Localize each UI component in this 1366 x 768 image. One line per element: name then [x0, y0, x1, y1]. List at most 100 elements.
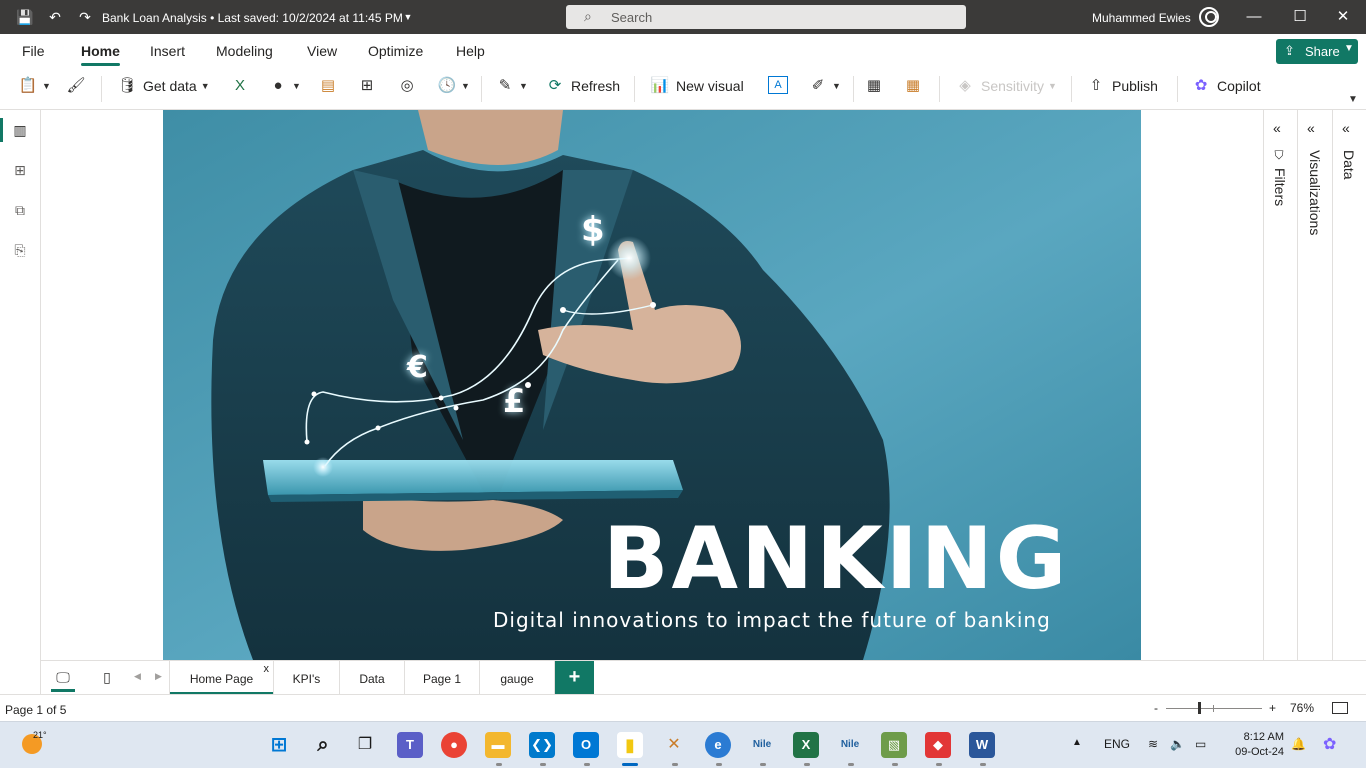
- refresh-button[interactable]: ⟳ Refresh: [545, 76, 620, 102]
- get-data-button[interactable]: 🛢 Get data ▼: [117, 76, 209, 102]
- banking-hero-image[interactable]: $ € £ BANKING Digital innovations to imp…: [163, 110, 1141, 660]
- report-canvas[interactable]: $ € £ BANKING Digital innovations to imp…: [41, 110, 1263, 660]
- start-icon[interactable]: ⊞: [266, 732, 292, 758]
- maximize-icon[interactable]: ☐: [1290, 7, 1310, 27]
- tab-file[interactable]: File: [22, 43, 45, 59]
- nile-icon[interactable]: Nile: [749, 732, 775, 758]
- filters-pane[interactable]: « ⛉ Filters: [1263, 110, 1297, 660]
- transform-data-button[interactable]: ✎ ▼: [495, 76, 528, 102]
- zoom-slider-track[interactable]: [1166, 708, 1262, 709]
- tab-help[interactable]: Help: [456, 43, 485, 59]
- tab-modeling[interactable]: Modeling: [216, 43, 273, 59]
- system-clock[interactable]: 8:12 AM 09-Oct-24: [1228, 730, 1284, 760]
- format-painter-button[interactable]: 🖌: [66, 76, 86, 102]
- copilot-taskbar-icon[interactable]: ✿: [1323, 734, 1336, 754]
- expand-visualizations-icon[interactable]: «: [1307, 120, 1315, 136]
- excel-workbook-button[interactable]: X: [230, 76, 250, 102]
- tab-insert[interactable]: Insert: [150, 43, 185, 59]
- edge-icon[interactable]: e: [705, 732, 731, 758]
- page-tab-page-1[interactable]: Page 1: [404, 661, 479, 695]
- title-bar: 💾 ↶ ↷ Bank Loan Analysis • Last saved: 1…: [0, 0, 1366, 34]
- power-bi-icon[interactable]: ▮: [617, 732, 643, 758]
- task-view-icon[interactable]: ❐: [352, 732, 378, 758]
- scroll-left-icon[interactable]: ◀: [134, 671, 141, 682]
- dataverse-button[interactable]: ◎: [397, 76, 417, 102]
- minimize-icon[interactable]: —: [1244, 7, 1264, 27]
- chevron-up-icon[interactable]: ▲: [1072, 737, 1082, 748]
- search-taskbar-icon[interactable]: ⌕: [310, 732, 336, 758]
- title-dropdown-icon[interactable]: ▼: [399, 8, 417, 26]
- copilot-button[interactable]: ✿ Copilot: [1191, 76, 1261, 102]
- text-box-button[interactable]: A: [768, 76, 788, 102]
- data-pane[interactable]: « Data: [1332, 110, 1366, 660]
- expand-data-icon[interactable]: «: [1342, 120, 1350, 136]
- excel-taskbar-icon[interactable]: X: [793, 732, 819, 758]
- chevron-down-icon: ▼: [292, 81, 301, 91]
- desktop-layout-icon[interactable]: 🖵: [51, 666, 75, 688]
- anydesk-icon[interactable]: ◆: [925, 732, 951, 758]
- enter-data-button[interactable]: ⊞: [357, 76, 377, 102]
- search-box[interactable]: ⌕ Search: [566, 5, 966, 29]
- filters-pane-label: ⛉ Filters: [1272, 150, 1288, 206]
- close-icon[interactable]: ✕: [1333, 7, 1353, 27]
- more-visuals-button[interactable]: ✐ ▼: [808, 76, 841, 102]
- line-node: [438, 395, 444, 401]
- onelake-button[interactable]: ● ▼: [268, 76, 301, 102]
- tab-view[interactable]: View: [307, 43, 337, 59]
- visualizations-pane[interactable]: « Visualizations: [1297, 110, 1332, 660]
- recent-sources-button[interactable]: 🕓 ▼: [437, 76, 470, 102]
- teams-icon[interactable]: T: [397, 732, 423, 758]
- report-view-icon[interactable]: ▥: [10, 120, 30, 140]
- page-tab-data[interactable]: Data: [339, 661, 404, 695]
- running-indicator: [672, 763, 678, 766]
- save-icon[interactable]: 💾: [16, 8, 34, 26]
- collapse-ribbon-icon[interactable]: ▼: [1348, 94, 1358, 105]
- notification-bell-icon[interactable]: 🔔: [1291, 737, 1306, 751]
- new-visual-button[interactable]: 📊 New visual: [650, 76, 744, 102]
- user-name[interactable]: Muhammed Ewies: [1092, 11, 1191, 25]
- nile-icon[interactable]: Nile: [837, 732, 863, 758]
- zoom-out-button[interactable]: -: [1154, 701, 1158, 715]
- zoom-level[interactable]: 76%: [1290, 701, 1314, 715]
- volume-icon[interactable]: 🔈: [1170, 737, 1185, 751]
- word-icon[interactable]: W: [969, 732, 995, 758]
- page-tab-kpis[interactable]: KPI's: [273, 661, 339, 695]
- battery-icon[interactable]: ▭: [1195, 737, 1206, 751]
- quick-measure-button[interactable]: ▦: [903, 76, 923, 102]
- table-view-icon[interactable]: ⊞: [10, 160, 30, 180]
- zoom-slider-thumb[interactable]: [1198, 702, 1201, 714]
- publish-button[interactable]: ⇧ Publish: [1086, 76, 1158, 102]
- wifi-icon[interactable]: ≋: [1148, 737, 1158, 751]
- outlook-icon[interactable]: O: [573, 732, 599, 758]
- model-view-icon[interactable]: ⧉: [10, 200, 30, 220]
- paste-button[interactable]: 📋 ▼: [18, 76, 51, 102]
- tableau-icon[interactable]: ✕: [661, 732, 687, 758]
- zoom-in-button[interactable]: +: [1269, 701, 1276, 715]
- language-indicator[interactable]: ENG: [1104, 737, 1130, 751]
- sensitivity-button[interactable]: ◈ Sensitivity ▼: [955, 76, 1057, 102]
- chrome-icon[interactable]: ●: [441, 732, 467, 758]
- avatar-icon[interactable]: [1199, 7, 1219, 27]
- tab-home[interactable]: Home: [81, 43, 120, 59]
- share-button[interactable]: ⇪ Share ▼: [1276, 39, 1358, 64]
- fit-to-page-icon[interactable]: [1332, 702, 1348, 714]
- tab-optimize[interactable]: Optimize: [368, 43, 423, 59]
- page-tab-gauge[interactable]: gauge: [479, 661, 555, 695]
- get-data-label: Get data: [143, 78, 197, 94]
- undo-icon[interactable]: ↶: [46, 8, 64, 26]
- file-explorer-icon[interactable]: ▬: [485, 732, 511, 758]
- window-title[interactable]: Bank Loan Analysis • Last saved: 10/2/20…: [102, 11, 403, 25]
- mobile-layout-icon[interactable]: ▯: [95, 666, 119, 688]
- expand-filters-icon[interactable]: «: [1273, 120, 1281, 136]
- close-page-icon[interactable]: x: [264, 663, 270, 675]
- vscode-icon[interactable]: ❮❯: [529, 732, 555, 758]
- droplet-icon: ●: [273, 77, 283, 94]
- redo-icon[interactable]: ↷: [76, 8, 94, 26]
- sql-server-button[interactable]: ▤: [318, 76, 338, 102]
- dax-query-view-icon[interactable]: ⎘: [10, 240, 30, 260]
- add-page-button[interactable]: +: [555, 661, 594, 695]
- page-tab-home-page[interactable]: Home Page x: [169, 661, 273, 695]
- new-measure-button[interactable]: ▦: [864, 76, 884, 102]
- scroll-right-icon[interactable]: ▶: [155, 671, 162, 682]
- photos-icon[interactable]: ▧: [881, 732, 907, 758]
